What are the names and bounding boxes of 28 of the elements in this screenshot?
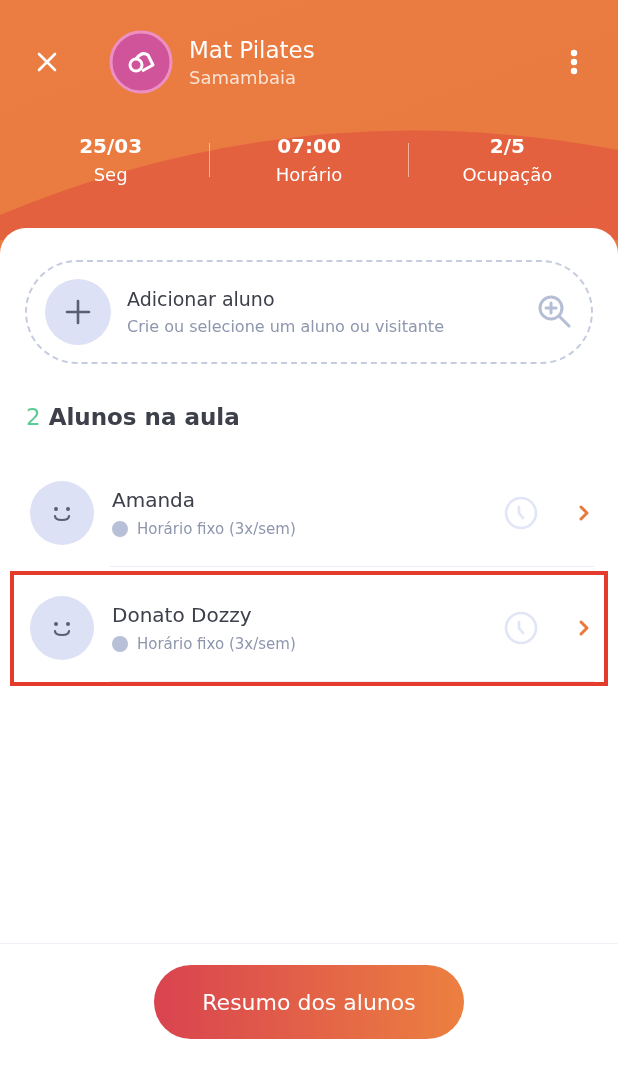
stat-value: 07:00 bbox=[277, 134, 341, 158]
plan-label: Horário fixo (3x/sem) bbox=[137, 520, 296, 538]
section-title: Alunos na aula bbox=[48, 404, 240, 430]
stat-value: 25/03 bbox=[79, 134, 143, 158]
add-student-card[interactable]: Adicionar aluno Crie ou selecione um aluno ou visitante bbox=[25, 260, 593, 364]
stat-value: 2/5 bbox=[489, 134, 525, 158]
more-options-icon[interactable] bbox=[570, 49, 578, 75]
avatar-icon bbox=[30, 596, 94, 660]
stat-label: Ocupação bbox=[462, 164, 553, 185]
mat-roll-icon bbox=[109, 30, 173, 94]
plan-label: Horário fixo (3x/sem) bbox=[137, 635, 296, 653]
add-student-title: Adicionar aluno bbox=[127, 288, 276, 310]
chevron-right-icon[interactable] bbox=[578, 504, 590, 522]
zoom-in-icon[interactable] bbox=[537, 294, 573, 330]
avatar-icon bbox=[30, 481, 94, 545]
plus-icon bbox=[45, 279, 111, 345]
location-subtitle: Samambaia bbox=[189, 66, 298, 88]
student-count: 2 bbox=[26, 404, 41, 430]
class-title: Mat Pilates bbox=[189, 36, 316, 63]
student-name: Amanda bbox=[112, 488, 197, 512]
chevron-right-icon[interactable] bbox=[578, 619, 590, 637]
student-row[interactable]: Donato Dozzy Horário fixo (3x/sem) bbox=[30, 583, 594, 673]
stat-label: Seg bbox=[93, 164, 128, 185]
add-student-subtitle: Crie ou selecione um aluno ou visitante bbox=[127, 317, 445, 336]
student-row[interactable]: Amanda Horário fixo (3x/sem) bbox=[30, 468, 594, 558]
stat-label: Horário bbox=[275, 164, 343, 185]
close-icon[interactable] bbox=[35, 50, 59, 74]
student-name: Donato Dozzy bbox=[112, 603, 253, 627]
